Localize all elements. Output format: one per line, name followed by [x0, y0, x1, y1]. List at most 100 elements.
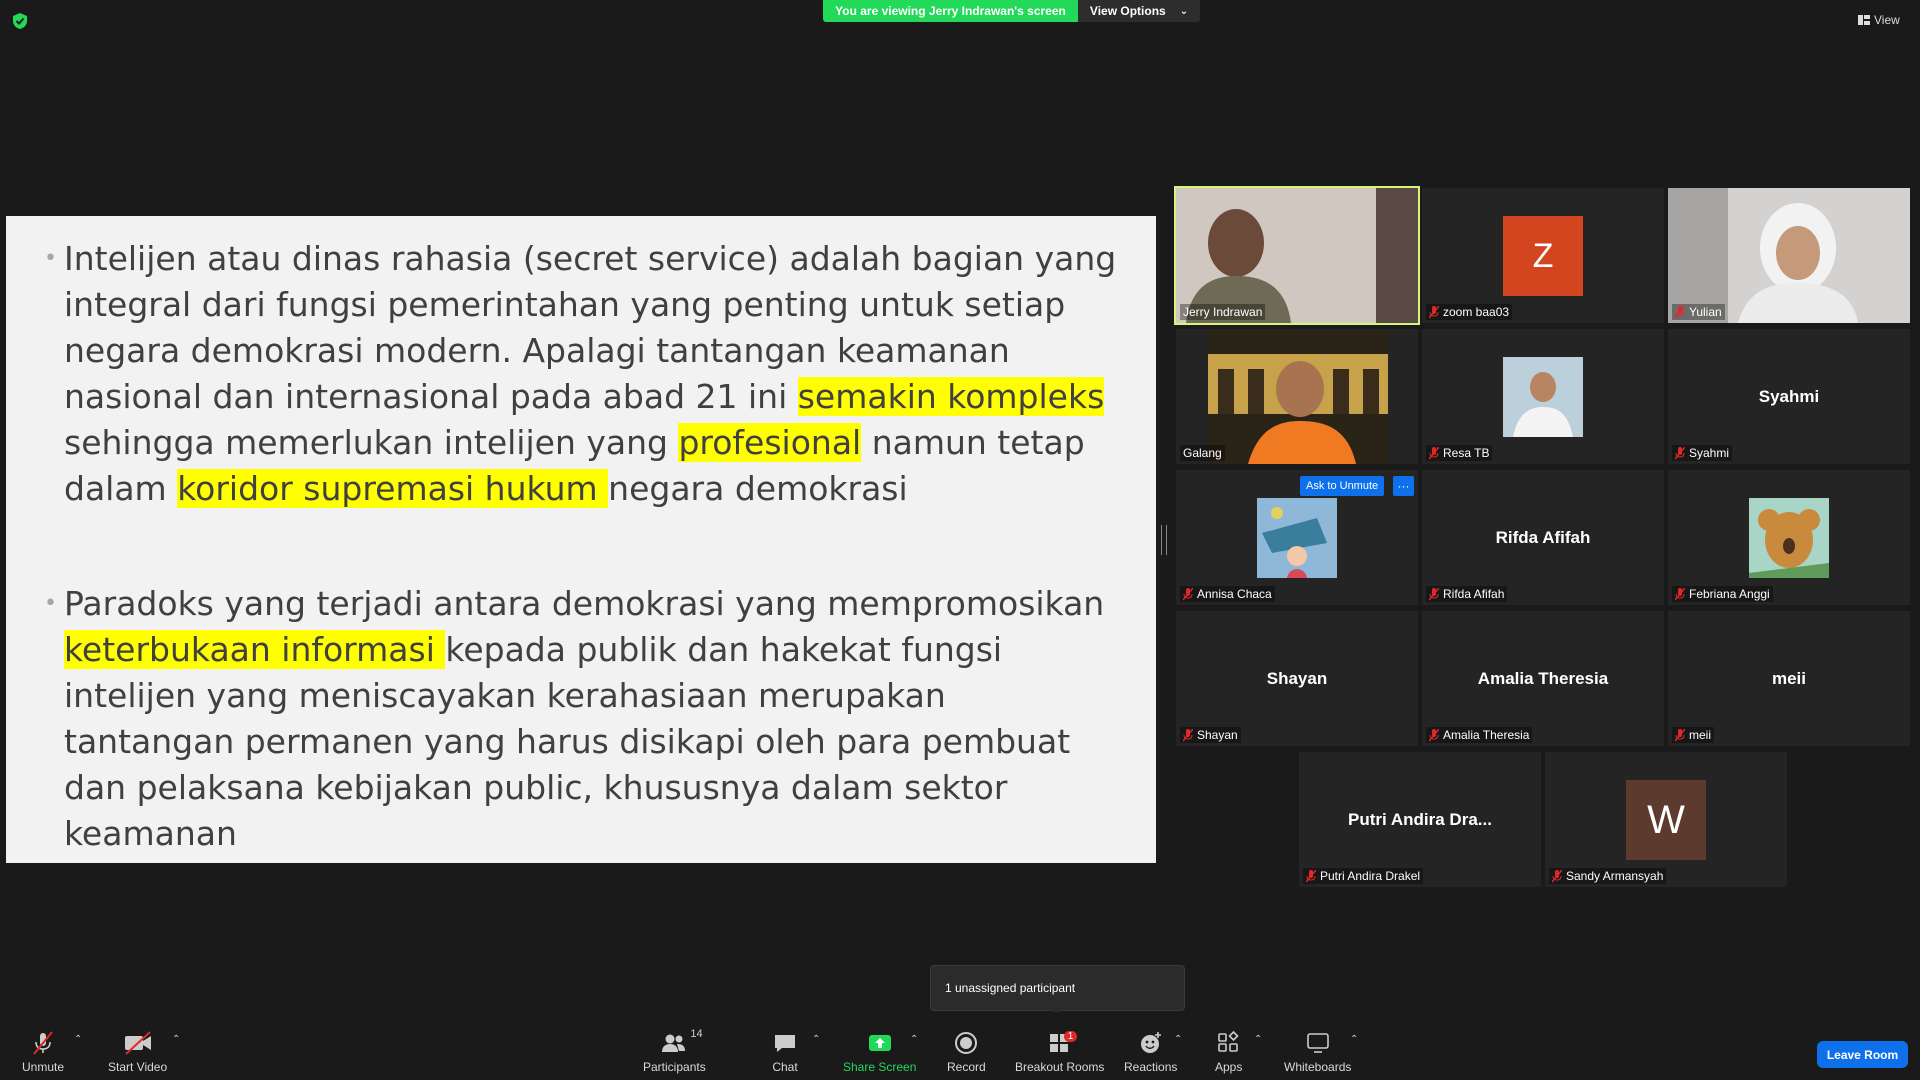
participant-tile[interactable]: Syahmi Syahmi	[1668, 329, 1910, 464]
reactions-label: Reactions	[1124, 1060, 1178, 1074]
leave-room-button[interactable]: Leave Room	[1817, 1041, 1908, 1068]
highlighted-text: profesional	[678, 423, 862, 462]
participants-button[interactable]: 14 Participants	[643, 1028, 706, 1074]
ask-to-unmute-button[interactable]: Ask to Unmute	[1300, 476, 1385, 496]
view-button[interactable]: View	[1858, 10, 1900, 30]
slide-bullet-1: • Intelijen atau dinas rahasia (secret se…	[44, 236, 1124, 512]
participant-display-name: meii	[1771, 668, 1807, 688]
mic-muted-icon	[1429, 305, 1439, 318]
participants-count: 14	[690, 1028, 703, 1040]
record-icon	[955, 1032, 978, 1054]
participant-name-label: Rifda Afifah	[1426, 586, 1508, 602]
apps-button[interactable]: Apps	[1215, 1030, 1242, 1074]
start-video-button[interactable]: Start Video	[108, 1030, 167, 1074]
bullet-text: sehingga memerlukan intelijen yang	[64, 423, 679, 462]
participant-name-label: Sandy Armansyah	[1549, 868, 1667, 884]
participant-tile[interactable]: W Sandy Armansyah	[1545, 752, 1787, 887]
whiteboard-icon	[1306, 1033, 1329, 1053]
whiteboards-label: Whiteboards	[1284, 1060, 1352, 1074]
participant-name-label: meii	[1672, 727, 1715, 743]
start-video-label: Start Video	[108, 1060, 168, 1074]
participant-name-label: Resa TB	[1426, 445, 1493, 461]
record-button[interactable]: Record	[947, 1030, 986, 1074]
profile-photo	[1503, 357, 1583, 437]
mic-muted-icon	[1675, 728, 1685, 741]
participants-label: Participants	[643, 1060, 706, 1074]
participant-name-label: Jerry Indrawan	[1180, 304, 1266, 320]
breakout-rooms-label: Breakout Rooms	[1015, 1060, 1105, 1074]
mic-muted-icon	[1429, 728, 1439, 741]
split-view-drag-handle[interactable]	[1161, 525, 1167, 555]
share-screen-button[interactable]: Share Screen	[843, 1030, 916, 1074]
participant-tile[interactable]: Rifda Afifah Rifda Afifah	[1422, 470, 1664, 605]
view-label: View	[1874, 13, 1900, 27]
participant-tile[interactable]: Z zoom baa03	[1422, 188, 1664, 323]
grid-view-icon	[1858, 15, 1870, 25]
unassigned-participant-tooltip[interactable]: 1 unassigned participant	[930, 965, 1185, 1011]
view-options-label: View Options	[1089, 4, 1166, 18]
breakout-rooms-button[interactable]: 1 Breakout Rooms	[1015, 1030, 1104, 1074]
apps-label: Apps	[1215, 1060, 1243, 1074]
slide-bullet-2: • Paradoks yang terjadi antara demokrasi …	[44, 581, 1124, 857]
security-shield-icon[interactable]	[10, 11, 30, 31]
mic-muted-icon	[1429, 587, 1439, 600]
reactions-options-caret[interactable]: ⌃	[1174, 1034, 1182, 1045]
participant-name-label: Shayan	[1180, 727, 1241, 743]
profile-photo	[1257, 498, 1337, 578]
unmute-button[interactable]: Unmute	[22, 1030, 64, 1074]
bullet-dot: •	[44, 591, 57, 616]
share-options-caret[interactable]: ⌃	[910, 1034, 918, 1045]
participant-name-label: zoom baa03	[1426, 304, 1513, 320]
mic-muted-icon	[1675, 305, 1685, 318]
participant-display-name: Syahmi	[1758, 386, 1820, 406]
share-screen-icon	[868, 1035, 891, 1051]
mic-muted-icon	[1306, 869, 1316, 882]
record-label: Record	[947, 1060, 986, 1074]
chat-options-caret[interactable]: ⌃	[812, 1034, 820, 1045]
apps-icon	[1217, 1030, 1239, 1052]
video-off-icon	[124, 1031, 151, 1055]
whiteboards-button[interactable]: Whiteboards	[1284, 1030, 1351, 1074]
mic-muted-icon	[1183, 728, 1193, 741]
avatar: Z	[1503, 216, 1583, 296]
highlighted-text: keterbukaan informasi	[64, 630, 446, 669]
participant-name-label: Amalia Theresia	[1426, 727, 1533, 743]
highlighted-text: koridor supremasi hukum	[177, 469, 609, 508]
view-options-dropdown[interactable]: View Options ⌄	[1078, 0, 1200, 22]
participant-tile[interactable]: Amalia Theresia Amalia Theresia	[1422, 611, 1664, 746]
video-feed	[1176, 188, 1418, 323]
mic-muted-icon	[1183, 587, 1193, 600]
smiley-plus-icon	[1140, 1032, 1161, 1053]
participant-tile[interactable]: Febriana Anggi	[1668, 470, 1910, 605]
viewing-screen-banner: You are viewing Jerry Indrawan's screen	[823, 0, 1078, 22]
participant-name-label: Yulian	[1672, 304, 1725, 320]
apps-options-caret[interactable]: ⌃	[1254, 1034, 1262, 1045]
bullet-text: negara demokrasi	[608, 469, 908, 508]
participant-tile[interactable]: Yulian	[1668, 188, 1910, 323]
participant-tile[interactable]: meii meii	[1668, 611, 1910, 746]
participant-tile[interactable]: Putri Andira Dra... Putri Andira Drakel	[1299, 752, 1541, 887]
participant-tile[interactable]: Jerry Indrawan	[1174, 186, 1420, 325]
mic-muted-icon	[1429, 446, 1439, 459]
audio-options-caret[interactable]: ⌃	[74, 1034, 82, 1045]
share-screen-label: Share Screen	[843, 1060, 917, 1074]
participant-display-name: Shayan	[1266, 668, 1328, 688]
video-options-caret[interactable]: ⌃	[172, 1034, 180, 1045]
participant-name-label: Putri Andira Drakel	[1303, 868, 1424, 884]
mic-muted-icon	[1552, 869, 1562, 882]
highlighted-text: semakin kompleks	[797, 377, 1105, 416]
bullet-text: Paradoks yang terjadi antara demokrasi y…	[64, 584, 1105, 623]
mic-muted-icon	[1675, 446, 1685, 459]
participant-tile[interactable]: Shayan Shayan	[1176, 611, 1418, 746]
participant-tile[interactable]: Galang	[1176, 329, 1418, 464]
reactions-button[interactable]: Reactions	[1124, 1030, 1177, 1074]
participant-tile[interactable]: Resa TB	[1422, 329, 1664, 464]
profile-photo	[1749, 498, 1829, 578]
chat-label: Chat	[772, 1060, 798, 1074]
more-options-button[interactable]: ···	[1393, 476, 1414, 496]
participant-display-name: Amalia Theresia	[1477, 668, 1609, 688]
participant-name-label: Syahmi	[1672, 445, 1733, 461]
whiteboards-options-caret[interactable]: ⌃	[1350, 1034, 1358, 1045]
unmute-label: Unmute	[22, 1060, 65, 1074]
chat-button[interactable]: Chat	[772, 1030, 798, 1074]
